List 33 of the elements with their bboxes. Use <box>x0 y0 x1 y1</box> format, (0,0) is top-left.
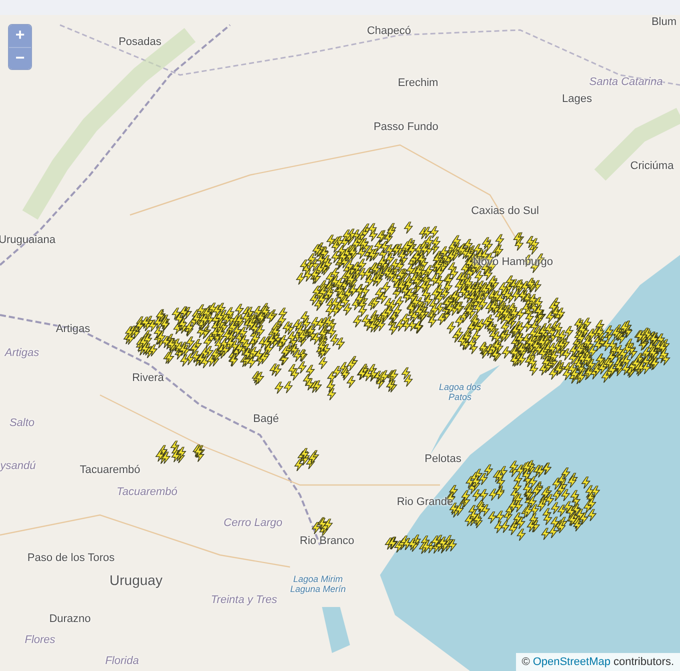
place-label: Tacuarembó <box>116 486 178 498</box>
place-label: Lages <box>562 93 592 105</box>
place-label: Criciúma <box>630 160 674 172</box>
place-label: Passo Fundo <box>374 121 438 133</box>
place-label: Posadas <box>118 36 162 48</box>
place-label: Lagoa dos Patos <box>438 382 482 402</box>
zoom-button[interactable]: − <box>9 47 31 69</box>
place-label: Florida <box>105 655 139 667</box>
place-label: Erechim <box>398 77 438 89</box>
place-label: Treinta y Tres <box>210 594 278 606</box>
place-label: Tacuarembó <box>80 464 140 476</box>
place-label: Flores <box>24 634 56 646</box>
zoom-button[interactable]: + <box>9 25 31 47</box>
place-label: Blum <box>651 16 677 28</box>
place-label: Rio Branco <box>300 535 354 547</box>
place-label: Rivera <box>132 372 164 384</box>
place-label: Uruguay <box>110 572 162 588</box>
place-label: Artigas <box>56 323 90 335</box>
place-label: Pelotas <box>424 453 462 465</box>
place-label: Durazno <box>49 613 91 625</box>
place-label: Caxias do Sul <box>471 205 539 217</box>
place-label: Artigas <box>4 347 40 359</box>
attribution-text: contributors. <box>613 656 674 668</box>
copyright-text: © <box>522 656 530 668</box>
place-label: Chapecó <box>366 25 412 37</box>
place-label: Cerro Largo <box>224 517 282 529</box>
place-label: Bagé <box>253 413 279 425</box>
place-label: Paso de los Toros <box>27 552 115 564</box>
place-label: Salto <box>9 417 35 429</box>
place-label: ysandú <box>0 460 36 472</box>
place-label: Lagoa Mirim Laguna Merín <box>289 574 347 594</box>
openstreetmap-link[interactable]: OpenStreetMap <box>532 656 610 668</box>
place-label: Santa Catarina <box>589 76 663 88</box>
